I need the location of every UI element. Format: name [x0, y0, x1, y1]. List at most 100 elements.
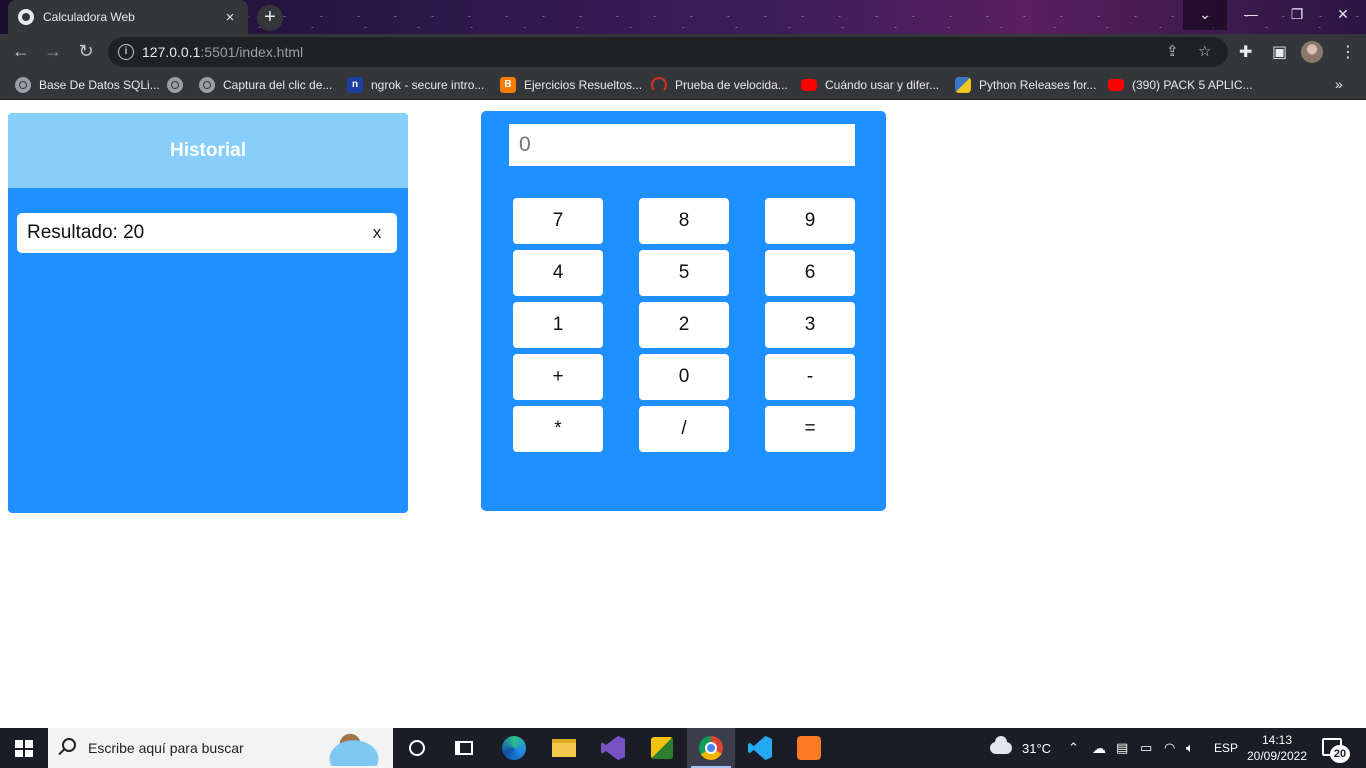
browser-tab[interactable]: Calculadora Web × — [8, 0, 248, 34]
history-title: Historial — [169, 139, 247, 161]
calc-key-button[interactable]: 1 — [513, 302, 603, 348]
wifi-icon[interactable]: ◠ — [1164, 728, 1175, 768]
calc-key-button[interactable]: / — [639, 406, 729, 452]
taskbar-search-placeholder: Escribe aquí para buscar — [88, 740, 244, 756]
url-host: 127.0.0.1 — [142, 44, 201, 60]
browser-tab-strip: Calculadora Web × + ⌄ — ❐ ✕ — [0, 0, 1366, 34]
cortana-button[interactable] — [393, 728, 441, 768]
more-menu-icon[interactable]: ⋮ — [1340, 42, 1356, 62]
bookmark-item[interactable]: Base De Datos SQLi... — [15, 76, 160, 94]
history-entry: Resultado: 20 x — [17, 213, 397, 253]
minimize-button[interactable]: — — [1228, 0, 1274, 30]
calc-key-button[interactable]: 3 — [765, 302, 855, 348]
blogger-icon: B — [500, 77, 516, 93]
onedrive-icon[interactable]: ☁ — [1092, 728, 1106, 768]
device-icon[interactable]: ▤ — [1116, 728, 1128, 768]
tool-app[interactable] — [638, 728, 686, 768]
visual-studio-app[interactable] — [589, 728, 637, 768]
xampp-icon — [797, 736, 821, 760]
bookmark-star-icon[interactable]: ☆ — [1198, 42, 1211, 60]
bookmark-item[interactable]: n ngrok - secure intro... — [347, 76, 484, 94]
calc-key-button[interactable]: 4 — [513, 250, 603, 296]
share-icon[interactable]: ⇪ — [1166, 42, 1179, 60]
globe-icon — [167, 77, 183, 93]
task-view-icon — [455, 741, 473, 755]
bookmark-label: (390) PACK 5 APLIC... — [1132, 78, 1253, 92]
bookmark-item[interactable]: Prueba de velocida... — [651, 76, 788, 94]
address-bar[interactable]: i 127.0.0.1:5501/index.html ⇪ ☆ — [108, 37, 1228, 67]
side-panel-icon[interactable]: ▣ — [1272, 42, 1287, 62]
calc-key-button[interactable]: 6 — [765, 250, 855, 296]
search-highlight-icon[interactable] — [316, 730, 392, 766]
calc-key-button[interactable]: 9 — [765, 198, 855, 244]
bookmark-label: Python Releases for... — [979, 78, 1097, 92]
search-icon — [62, 738, 76, 752]
windows-taskbar: Escribe aquí para buscar 31°C ⌃ ☁ ▤ ▭ ◠ … — [0, 728, 1366, 768]
calc-key-button[interactable]: 8 — [639, 198, 729, 244]
calc-key-button[interactable]: * — [513, 406, 603, 452]
calculator-panel: 789 456 123 +0- * / = — [481, 111, 886, 511]
chrome-app[interactable] — [687, 728, 735, 768]
calc-key-button[interactable]: 0 — [639, 354, 729, 400]
url-path: :5501/index.html — [200, 44, 304, 60]
bookmark-item[interactable]: Captura del clic de... — [199, 76, 332, 94]
bookmark-label: Cuándo usar y difer... — [825, 78, 940, 92]
calc-key-button[interactable]: = — [765, 406, 855, 452]
tab-search-dropdown-icon[interactable]: ⌄ — [1183, 0, 1227, 30]
close-window-button[interactable]: ✕ — [1320, 0, 1366, 30]
browser-toolbar: ← → ↻ i 127.0.0.1:5501/index.html ⇪ ☆ ✚ … — [0, 34, 1366, 70]
tab-close-icon[interactable]: × — [222, 9, 238, 26]
calculator-display[interactable] — [509, 124, 855, 166]
bookmark-label: ngrok - secure intro... — [371, 78, 485, 92]
bookmark-label: Captura del clic de... — [223, 78, 333, 92]
cortana-icon — [409, 740, 425, 756]
taskbar-clock[interactable]: 14:13 20/09/2022 — [1244, 732, 1310, 764]
volume-icon[interactable]: 🔈︎ — [1186, 728, 1194, 768]
bookmark-item[interactable]: B Ejercicios Resueltos... — [500, 76, 642, 94]
battery-icon[interactable]: ▭ — [1140, 728, 1152, 768]
history-entry-text: Resultado: 20 — [27, 222, 145, 243]
bookmark-label: Ejercicios Resueltos... — [524, 78, 643, 92]
file-explorer-app[interactable] — [540, 728, 588, 768]
back-arrow-icon[interactable]: ← — [9, 40, 33, 64]
globe-icon — [199, 77, 215, 93]
forward-arrow-icon[interactable]: → — [41, 40, 65, 64]
input-language[interactable]: ESP — [1214, 728, 1238, 768]
edge-app[interactable] — [490, 728, 538, 768]
history-delete-button[interactable]: x — [367, 223, 387, 243]
bookmark-label: Prueba de velocida... — [675, 78, 788, 92]
tab-title: Calculadora Web — [43, 10, 135, 24]
vscode-app[interactable] — [736, 728, 784, 768]
cloud-weather-icon — [990, 736, 1012, 754]
edge-icon — [502, 736, 526, 760]
profile-avatar[interactable] — [1301, 41, 1323, 63]
xampp-app[interactable] — [785, 728, 833, 768]
calc-key-button[interactable]: 7 — [513, 198, 603, 244]
site-info-icon[interactable]: i — [118, 44, 134, 60]
new-tab-button[interactable]: + — [257, 5, 283, 31]
restore-button[interactable]: ❐ — [1274, 0, 1320, 30]
weather-widget[interactable]: 31°C — [990, 728, 1051, 768]
calc-key-button[interactable]: - — [765, 354, 855, 400]
bookmark-folder[interactable] — [167, 76, 191, 94]
hidden-icons-chevron-icon[interactable]: ⌃ — [1068, 728, 1079, 768]
bookmarks-overflow-icon[interactable]: » — [1335, 76, 1343, 92]
bookmark-item[interactable]: Python Releases for... — [955, 76, 1096, 94]
ngrok-icon: n — [347, 77, 363, 93]
extensions-icon[interactable]: ✚ — [1239, 42, 1252, 62]
python-icon — [955, 77, 971, 93]
folder-icon — [552, 739, 576, 757]
history-panel: Historial Resultado: 20 x — [8, 113, 408, 513]
visual-studio-icon — [601, 736, 625, 760]
calc-key-button[interactable]: 5 — [639, 250, 729, 296]
windows-start-icon[interactable] — [15, 740, 33, 757]
reload-icon[interactable]: ↻ — [74, 40, 98, 64]
calc-key-button[interactable]: + — [513, 354, 603, 400]
clock-time: 14:13 — [1261, 733, 1293, 747]
bookmark-item[interactable]: (390) PACK 5 APLIC... — [1108, 76, 1253, 94]
globe-icon — [15, 77, 31, 93]
taskbar-search-box[interactable]: Escribe aquí para buscar — [48, 728, 393, 768]
bookmark-item[interactable]: Cuándo usar y difer... — [801, 76, 939, 94]
task-view-button[interactable] — [440, 728, 488, 768]
calc-key-button[interactable]: 2 — [639, 302, 729, 348]
